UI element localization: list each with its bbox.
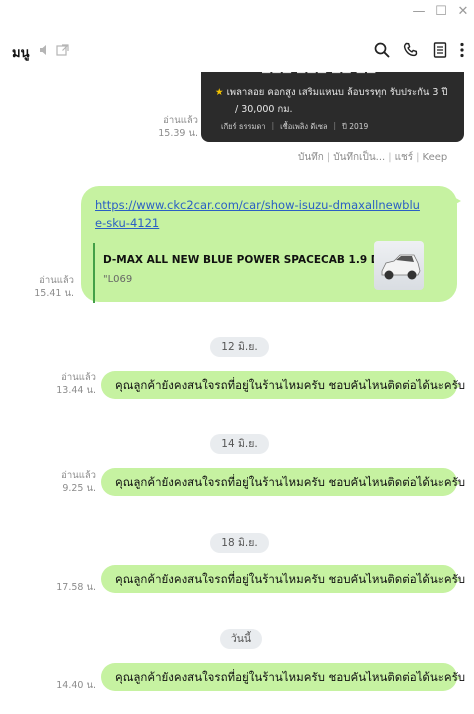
card-line-2: ★ เพลาลอย คอกสูง เสริมแหนบ ล้อบรรทุก รับ…	[215, 87, 448, 98]
message-meta: อ่านแล้ว 9.25 น.	[61, 470, 96, 494]
popout-icon[interactable]	[56, 44, 69, 56]
more-options-icon[interactable]	[459, 42, 465, 58]
message-meta: อ่านแล้ว 13.44 น.	[56, 372, 96, 396]
mute-icon[interactable]	[39, 44, 51, 56]
message-text: คุณลูกค้ายังคงสนใจรถที่อยู่ในร้านไหมครับ…	[115, 378, 466, 392]
card-title-fragment: ▬▬▬ ▬▬▬ ▬▬ ▬▬	[261, 72, 376, 77]
preview-thumbnail[interactable]	[374, 241, 424, 290]
message-meta: 17.58 น.	[56, 582, 96, 593]
link-message-bubble[interactable]: https://www.ckc2car.com/car/show-isuzu-d…	[81, 186, 461, 303]
message-text: คุณลูกค้ายังคงสนใจรถที่อยู่ในร้านไหมครับ…	[115, 572, 466, 586]
message-meta: อ่านแล้ว 15.39 น.	[158, 115, 198, 139]
message-bubble[interactable]: คุณลูกค้ายังคงสนใจรถที่อยู่ในร้านไหมครับ…	[101, 468, 465, 496]
save-button[interactable]: บันทึก	[298, 152, 324, 163]
call-icon[interactable]	[403, 42, 419, 58]
chat-name: มนู	[12, 46, 30, 61]
product-card-image[interactable]: ▬▬▬ ▬▬▬ ▬▬ ▬▬ ★ เพลาลอย คอกสูง เสริมแหนบ…	[201, 72, 464, 142]
search-icon[interactable]	[374, 42, 390, 58]
save-as-button[interactable]: บันทึกเป็น...	[333, 152, 385, 163]
message-bubble[interactable]: คุณลูกค้ายังคงสนใจรถที่อยู่ในร้านไหมครับ…	[101, 663, 465, 691]
message-meta: 14.40 น.	[56, 680, 96, 691]
keep-button[interactable]: Keep	[423, 152, 448, 163]
chat-area[interactable]: ▬▬▬ ▬▬▬ ▬▬ ▬▬ ★ เพลาลอย คอกสูง เสริมแหนบ…	[0, 72, 474, 714]
preview-accent-bar	[93, 243, 95, 303]
message-bubble[interactable]: คุณลูกค้ายังคงสนใจรถที่อยู่ในร้านไหมครับ…	[101, 565, 465, 593]
preview-title[interactable]: D-MAX ALL NEW BLUE POWER SPACECAB 1.9 DD…	[103, 254, 400, 266]
date-separator: วันนี้	[220, 629, 262, 649]
chat-header: มนู	[0, 36, 474, 66]
date-separator: 18 มิ.ย.	[210, 533, 269, 553]
share-button[interactable]: แชร์	[395, 152, 414, 163]
image-actions: บันทึก | บันทึกเป็น... | แชร์ | Keep	[298, 152, 448, 163]
date-separator: 12 มิ.ย.	[210, 337, 269, 357]
date-separator: 14 มิ.ย.	[210, 434, 269, 454]
message-bubble[interactable]: คุณลูกค้ายังคงสนใจรถที่อยู่ในร้านไหมครับ…	[101, 371, 465, 399]
url-link[interactable]: https://www.ckc2car.com/car/show-isuzu-d…	[95, 196, 425, 232]
message-meta: อ่านแล้ว 15.41 น.	[34, 275, 74, 299]
notes-icon[interactable]	[433, 42, 447, 58]
preview-description: "L069	[103, 274, 133, 285]
window-controls: — ☐ ✕	[408, 0, 474, 22]
message-text: คุณลูกค้ายังคงสนใจรถที่อยู่ในร้านไหมครับ…	[115, 670, 466, 684]
card-line-3: / 30,000 กม.	[235, 104, 293, 115]
message-text: คุณลูกค้ายังคงสนใจรถที่อยู่ในร้านไหมครับ…	[115, 475, 466, 489]
close-button[interactable]: ✕	[452, 0, 474, 22]
maximize-button[interactable]: ☐	[430, 0, 452, 22]
card-specs: เกียร์ ธรรมดา | เชื้อเพลิง ดีเซล | ปี 2019	[221, 121, 369, 131]
minimize-button[interactable]: —	[408, 0, 430, 22]
